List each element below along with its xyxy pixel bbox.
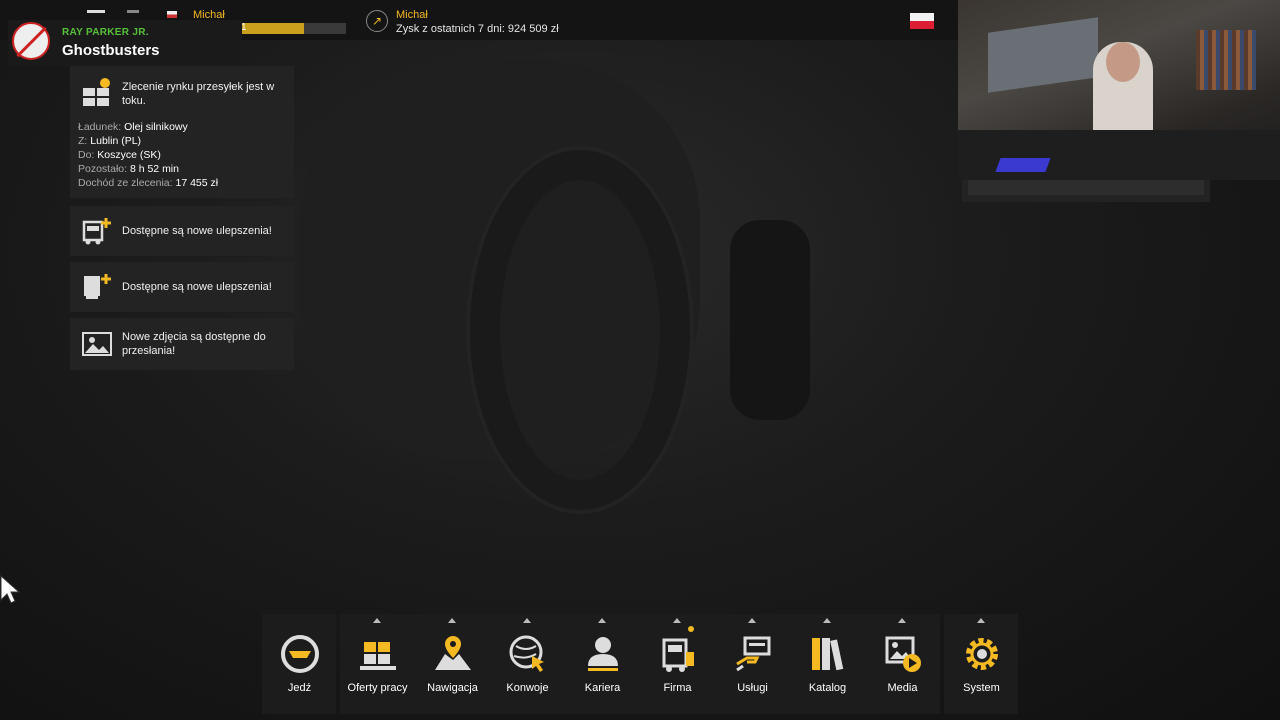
- menu-services[interactable]: Usługi: [715, 614, 790, 714]
- menu-convoys-label: Konwoje: [506, 682, 549, 694]
- trailer-upgrade-text: Dostępne są nowe ulepszenia!: [122, 281, 272, 293]
- gear-icon: [966, 638, 998, 670]
- photo-icon: [82, 332, 112, 356]
- truck-wheel-rear: [730, 220, 810, 420]
- menu-system[interactable]: System: [944, 614, 1019, 714]
- person-icon: [588, 637, 618, 671]
- job-destination: Koszyce (SK): [97, 149, 161, 161]
- trailer-upgrade-icon: [84, 274, 111, 299]
- trailer-upgrade-notification[interactable]: Dostępne są nowe ulepszenia!: [70, 262, 294, 312]
- stats-player-name: Michał: [396, 9, 428, 21]
- menu-media-label: Media: [887, 682, 918, 694]
- truck-upgrade-text: Dostępne są nowe ulepszenia!: [122, 225, 272, 237]
- ghostbusters-logo-icon: [12, 22, 50, 60]
- menu-media[interactable]: Media: [865, 614, 940, 714]
- menu-company[interactable]: Firma: [640, 614, 715, 714]
- new-badge-dot: [688, 626, 694, 632]
- media-play-icon: [885, 636, 921, 672]
- job-status-text: Zlecenie rynku przesyłek jest w toku.: [122, 81, 275, 107]
- cargo-boxes-icon: [83, 78, 110, 106]
- menu-navigation-label: Nawigacja: [427, 682, 478, 694]
- job-cargo: Olej silnikowy: [124, 121, 188, 133]
- job-income: 17 455 zł: [175, 177, 219, 189]
- expand-arrow-icon: [977, 618, 985, 623]
- level-progress-bar: 1: [241, 22, 346, 34]
- job-notification[interactable]: Zlecenie rynku przesyłek jest w toku. Ła…: [70, 66, 294, 198]
- menu-career-label: Kariera: [584, 682, 621, 694]
- expand-arrow-icon: [598, 618, 606, 623]
- photos-notification[interactable]: Nowe zdjęcia są dostępne do przesłania!: [70, 318, 294, 370]
- menu-system-label: System: [963, 682, 1000, 694]
- song-artist: RAY PARKER JR.: [62, 27, 149, 38]
- photos-text: Nowe zdjęcia są dostępne do przesłania!: [122, 331, 266, 357]
- song-title: Ghostbusters: [62, 42, 160, 59]
- expand-arrow-icon: [898, 618, 906, 623]
- webcam-overlay: [958, 0, 1280, 180]
- job-time-remaining: 8 h 52 min: [129, 163, 179, 175]
- truck-upgrade-icon: [82, 218, 111, 245]
- job-details: Ładunek: Olej silnikowy Z: Lublin (PL) D…: [78, 121, 219, 189]
- menu-jobs-label: Oferty pracy: [347, 682, 408, 694]
- expand-arrow-icon: [373, 618, 381, 623]
- menu-services-label: Usługi: [737, 682, 768, 694]
- menu-navigation[interactable]: Nawigacja: [415, 614, 490, 714]
- service-card-icon: [736, 636, 771, 672]
- now-playing-widget: RAY PARKER JR. Ghostbusters: [8, 20, 242, 66]
- menu-drive[interactable]: Jedź: [262, 614, 337, 714]
- job-origin: Lublin (PL): [90, 135, 142, 147]
- menu-company-label: Firma: [663, 682, 692, 694]
- weekly-profit: Zysk z ostatnich 7 dni: 924 509 zł: [396, 23, 559, 35]
- menu-icon[interactable]: [87, 10, 105, 13]
- steering-wheel-icon: [281, 635, 319, 673]
- menu-drive-label: Jedź: [287, 682, 312, 694]
- menu-career[interactable]: Kariera: [565, 614, 640, 714]
- truck-wheel: [470, 150, 690, 510]
- main-menu-group: Oferty pracy Nawigacja Konwoje Kariera F…: [340, 614, 940, 714]
- books-icon: [812, 638, 844, 671]
- expand-arrow-icon: [748, 618, 756, 623]
- stats-chart-icon[interactable]: ↗: [366, 10, 388, 32]
- expand-arrow-icon: [673, 618, 681, 623]
- map-pin-icon: [435, 636, 471, 670]
- webcam-frame-bar: [962, 180, 1210, 202]
- expand-arrow-icon: [448, 618, 456, 623]
- mouse-cursor-icon: [0, 575, 20, 604]
- expand-arrow-icon: [523, 618, 531, 623]
- poland-flag-icon: [910, 13, 934, 29]
- expand-arrow-icon: [823, 618, 831, 623]
- menu-catalog[interactable]: Katalog: [790, 614, 865, 714]
- drive-group: Jedź: [262, 614, 336, 714]
- truck-upgrade-notification[interactable]: Dostępne są nowe ulepszenia!: [70, 206, 294, 256]
- menu-convoys[interactable]: Konwoje: [490, 614, 565, 714]
- system-group: System: [944, 614, 1018, 714]
- player-flag-icon: [167, 11, 177, 18]
- up-icon[interactable]: [127, 10, 139, 13]
- level-progress-fill: [242, 23, 305, 34]
- menu-catalog-label: Katalog: [808, 682, 847, 694]
- truck-front-icon: [662, 638, 694, 672]
- globe-cursor-icon: [509, 635, 544, 672]
- cargo-pallet-icon: [360, 642, 396, 670]
- menu-jobs[interactable]: Oferty pracy: [340, 614, 415, 714]
